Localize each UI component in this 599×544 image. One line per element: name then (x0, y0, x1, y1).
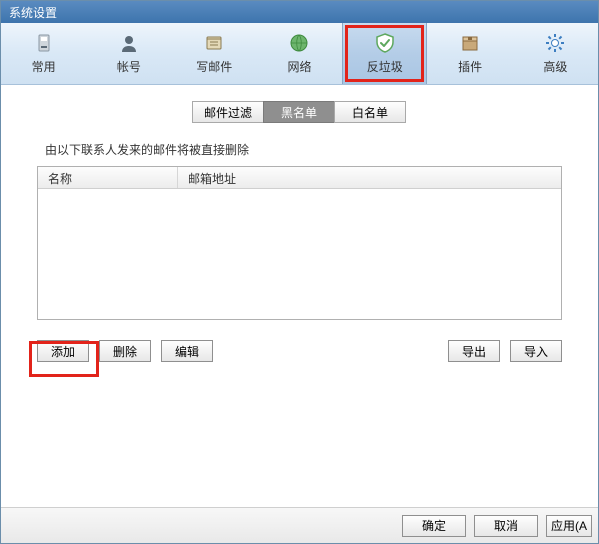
tab-general[interactable]: 常用 (1, 23, 86, 84)
subtab-filter[interactable]: 邮件过滤 (192, 101, 264, 123)
general-icon (33, 32, 55, 54)
compose-icon (203, 32, 225, 54)
column-name[interactable]: 名称 (38, 167, 178, 188)
add-button[interactable]: 添加 (37, 340, 89, 362)
tab-label: 反垃圾 (367, 58, 403, 75)
import-button[interactable]: 导入 (510, 340, 562, 362)
subtab-whitelist[interactable]: 白名单 (334, 101, 406, 123)
apply-button[interactable]: 应用(A (546, 515, 592, 537)
titlebar: 系统设置 (1, 1, 598, 23)
subtab-label: 白名单 (352, 104, 388, 121)
window-title: 系统设置 (9, 4, 57, 21)
settings-window: 系统设置 常用 帐号 写邮件 网络 (0, 0, 599, 544)
tab-label: 常用 (32, 58, 56, 75)
content-area: 邮件过滤 黑名单 白名单 由以下联系人发来的邮件将被直接删除 名称 邮箱地址 添… (1, 85, 598, 507)
tab-label: 高级 (543, 58, 567, 75)
action-buttons: 添加 删除 编辑 导出 导入 (37, 340, 562, 362)
tab-plugins[interactable]: 插件 (427, 23, 512, 84)
blacklist-table: 名称 邮箱地址 (37, 166, 562, 320)
column-address[interactable]: 邮箱地址 (178, 167, 561, 188)
ok-button[interactable]: 确定 (402, 515, 466, 537)
network-icon (288, 32, 310, 54)
tab-label: 网络 (287, 58, 311, 75)
tab-label: 写邮件 (196, 58, 232, 75)
spacer (223, 340, 438, 362)
delete-button[interactable]: 删除 (99, 340, 151, 362)
gear-icon (544, 32, 566, 54)
shield-icon (374, 32, 396, 54)
export-button[interactable]: 导出 (448, 340, 500, 362)
edit-button[interactable]: 编辑 (161, 340, 213, 362)
main-toolbar: 常用 帐号 写邮件 网络 反垃圾 (1, 23, 598, 85)
footer: 确定 取消 应用(A (1, 507, 598, 543)
account-icon (118, 32, 140, 54)
subtab-blacklist[interactable]: 黑名单 (263, 101, 335, 123)
sub-tabs: 邮件过滤 黑名单 白名单 (21, 101, 578, 123)
tab-account[interactable]: 帐号 (86, 23, 171, 84)
tab-compose[interactable]: 写邮件 (172, 23, 257, 84)
description-text: 由以下联系人发来的邮件将被直接删除 (45, 141, 578, 158)
table-header: 名称 邮箱地址 (38, 167, 561, 189)
subtab-label: 黑名单 (281, 104, 317, 121)
tab-label: 插件 (458, 58, 482, 75)
plugins-icon (459, 32, 481, 54)
tab-network[interactable]: 网络 (257, 23, 342, 84)
tab-advanced[interactable]: 高级 (513, 23, 598, 84)
tab-label: 帐号 (117, 58, 141, 75)
cancel-button[interactable]: 取消 (474, 515, 538, 537)
tab-antispam[interactable]: 反垃圾 (342, 23, 427, 84)
subtab-label: 邮件过滤 (204, 104, 252, 121)
